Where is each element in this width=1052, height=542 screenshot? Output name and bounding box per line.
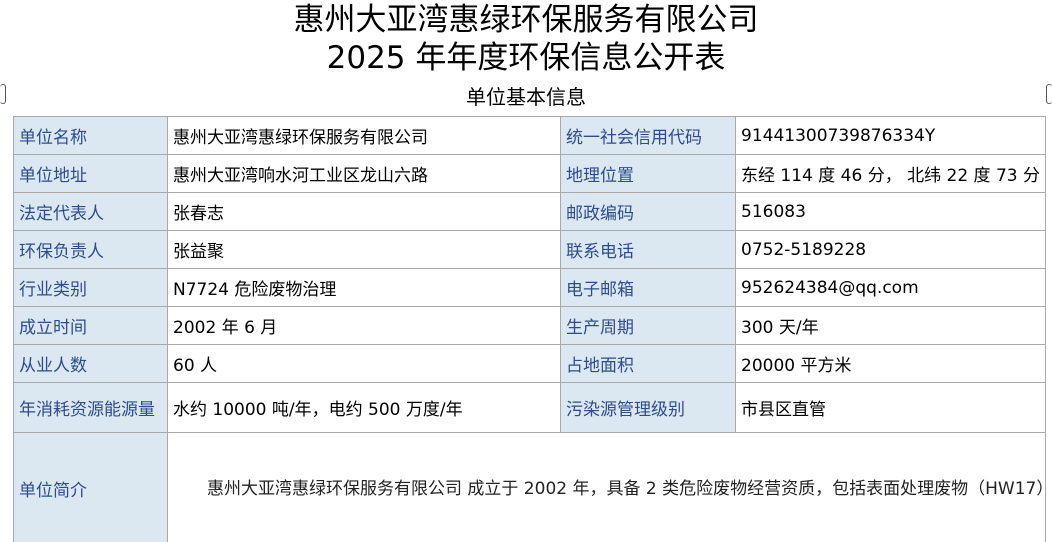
label-location: 地理位置 [560, 154, 736, 193]
value-env-manager: 张益聚 [167, 230, 561, 269]
report-title: 2025 年年度环保信息公开表 [326, 40, 726, 76]
value-pollution-level: 市县区直管 [735, 382, 1046, 433]
table-row: 单位简介 惠州大亚湾惠绿环保服务有限公司 成立于 2002 年，具备 2 类危险… [13, 432, 1046, 542]
label-pollution-level: 污染源管理级别 [560, 382, 736, 433]
table-row: 年消耗资源能源量 水约 10000 吨/年，电约 500 万度/年 污染源管理级… [13, 382, 1046, 433]
label-company-intro: 单位简介 [13, 432, 168, 542]
label-industry: 行业类别 [13, 268, 168, 307]
company-title: 惠州大亚湾惠绿环保服务有限公司 [293, 2, 759, 38]
label-email: 电子邮箱 [560, 268, 736, 307]
label-employees: 从业人数 [13, 344, 168, 383]
table-row: 单位名称 惠州大亚湾惠绿环保服务有限公司 统一社会信用代码 9144130073… [13, 116, 1046, 155]
value-postal-code: 516083 [735, 192, 1046, 231]
label-credit-code: 统一社会信用代码 [560, 116, 736, 155]
value-location: 东经 114 度 46 分， 北纬 22 度 73 分 [735, 154, 1046, 193]
value-founded: 2002 年 6 月 [167, 306, 561, 345]
label-production-cycle: 生产周期 [560, 306, 736, 345]
value-legal-representative: 张春志 [167, 192, 561, 231]
right-page-edge-marker [1046, 84, 1052, 104]
value-credit-code: 91441300739876334Y [735, 116, 1046, 155]
label-phone: 联系电话 [560, 230, 736, 269]
value-company-name: 惠州大亚湾惠绿环保服务有限公司 [167, 116, 561, 155]
value-address: 惠州大亚湾响水河工业区龙山六路 [167, 154, 561, 193]
table-row: 从业人数 60 人 占地面积 20000 平方米 [13, 344, 1046, 383]
basic-info-table: 单位名称 惠州大亚湾惠绿环保服务有限公司 统一社会信用代码 9144130073… [13, 116, 1046, 542]
label-legal-representative: 法定代表人 [13, 192, 168, 231]
table-row: 环保负责人 张益聚 联系电话 0752-5189228 [13, 230, 1046, 269]
document-page: 惠州大亚湾惠绿环保服务有限公司 2025 年年度环保信息公开表 单位基本信息 单… [0, 0, 1052, 542]
section-title: 单位基本信息 [466, 85, 586, 109]
value-employees: 60 人 [167, 344, 561, 383]
label-founded: 成立时间 [13, 306, 168, 345]
label-env-manager: 环保负责人 [13, 230, 168, 269]
label-address: 单位地址 [13, 154, 168, 193]
left-page-edge-marker [0, 84, 6, 104]
value-industry: N7724 危险废物治理 [167, 268, 561, 307]
value-resource-consumption: 水约 10000 吨/年，电约 500 万度/年 [167, 382, 561, 433]
value-floor-area: 20000 平方米 [735, 344, 1046, 383]
value-production-cycle: 300 天/年 [735, 306, 1046, 345]
label-postal-code: 邮政编码 [560, 192, 736, 231]
label-floor-area: 占地面积 [560, 344, 736, 383]
label-company-name: 单位名称 [13, 116, 168, 155]
table-row: 单位地址 惠州大亚湾响水河工业区龙山六路 地理位置 东经 114 度 46 分，… [13, 154, 1046, 193]
label-resource-consumption: 年消耗资源能源量 [13, 382, 168, 433]
value-phone: 0752-5189228 [735, 230, 1046, 269]
table-row: 成立时间 2002 年 6 月 生产周期 300 天/年 [13, 306, 1046, 345]
table-row: 法定代表人 张春志 邮政编码 516083 [13, 192, 1046, 231]
table-row: 行业类别 N7724 危险废物治理 电子邮箱 952624384@qq.com [13, 268, 1046, 307]
value-company-intro: 惠州大亚湾惠绿环保服务有限公司 成立于 2002 年，具备 2 类危险废物经营资… [167, 432, 1046, 542]
value-email: 952624384@qq.com [735, 268, 1046, 307]
